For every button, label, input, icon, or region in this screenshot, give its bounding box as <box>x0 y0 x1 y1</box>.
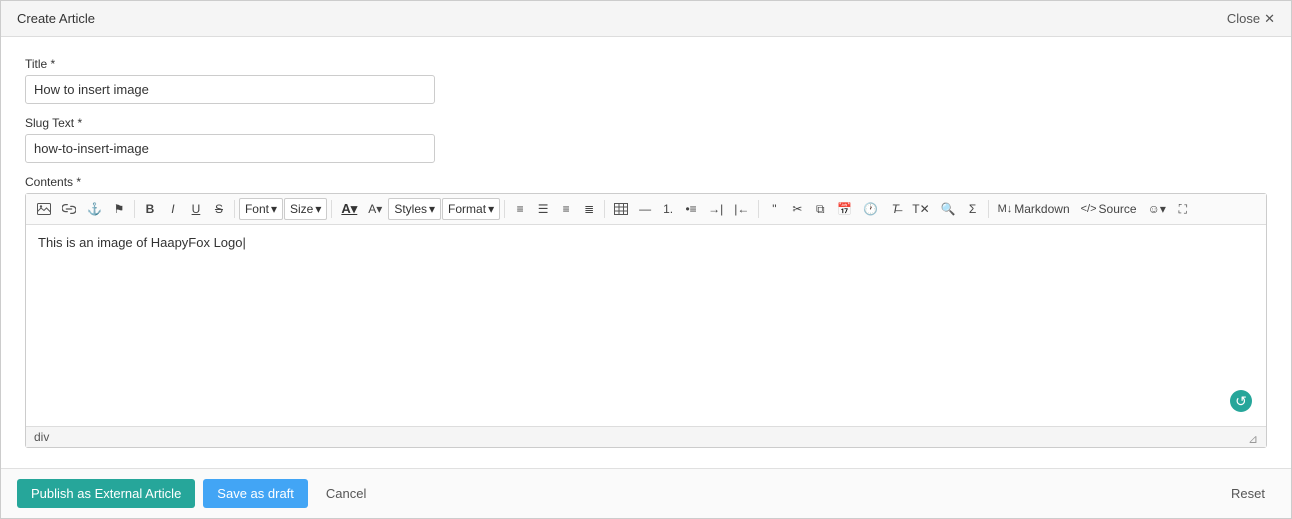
copy-btn[interactable]: ⧉ <box>809 198 831 220</box>
toolbar-separator-5 <box>604 200 605 218</box>
align-center-btn[interactable]: ☰ <box>532 198 554 220</box>
slug-label: Slug Text * <box>25 116 1267 130</box>
emoji-btn[interactable]: ☺▾ <box>1143 198 1171 220</box>
markdown-label: Markdown <box>1014 202 1069 216</box>
text-cursor <box>243 235 246 250</box>
hr-btn[interactable]: — <box>634 198 656 220</box>
toolbar-separator-2 <box>234 200 235 218</box>
refresh-icon[interactable] <box>1230 390 1252 412</box>
resize-handle[interactable]: ⊿ <box>1248 432 1258 442</box>
toolbar-separator-7 <box>988 200 989 218</box>
fullscreen-btn[interactable]: ⛶ <box>1172 198 1194 220</box>
editor-footer: div ⊿ <box>26 426 1266 447</box>
styles-dropdown-arrow: ▾ <box>429 202 435 216</box>
styles-dropdown-label: Styles <box>394 202 427 216</box>
blockquote-btn[interactable]: " <box>763 198 785 220</box>
format-dropdown[interactable]: Format ▾ <box>442 198 500 220</box>
insert-date-btn[interactable]: 📅 <box>832 198 857 220</box>
anchor-toolbar-btn[interactable]: ⚓ <box>82 198 107 220</box>
table-btn[interactable] <box>609 198 633 220</box>
image-toolbar-btn[interactable] <box>32 198 56 220</box>
highlight-toolbar-btn[interactable]: A▾ <box>363 198 387 220</box>
save-draft-button[interactable]: Save as draft <box>203 479 308 508</box>
title-label: Title * <box>25 57 1267 71</box>
toolbar-separator-1 <box>134 200 135 218</box>
size-dropdown-arrow: ▾ <box>315 202 321 216</box>
footer-left-actions: Publish as External Article Save as draf… <box>17 479 376 508</box>
insert-time-btn[interactable]: 🕐 <box>858 198 883 220</box>
modal-body: Title * Slug Text * Contents * <box>1 37 1291 468</box>
remove-format-btn[interactable]: T̶ <box>884 198 906 220</box>
cut-btn[interactable]: ✂ <box>786 198 808 220</box>
markdown-icon: M↓ <box>998 203 1013 215</box>
increase-indent-btn[interactable]: →| <box>703 198 728 220</box>
title-field-group: Title * <box>25 57 1267 104</box>
modal-header: Create Article Close ✕ <box>1 1 1291 37</box>
cancel-button[interactable]: Cancel <box>316 479 376 508</box>
modal-footer: Publish as External Article Save as draf… <box>1 468 1291 518</box>
reset-button[interactable]: Reset <box>1221 479 1275 508</box>
size-dropdown-label: Size <box>290 202 313 216</box>
contents-field-group: Contents * <box>25 175 1267 448</box>
source-label: Source <box>1099 202 1137 216</box>
editor-tag: div <box>34 430 49 444</box>
editor-text: This is an image of HaapyFox Logo <box>38 235 243 250</box>
align-left-btn[interactable]: ≡ <box>509 198 531 220</box>
font-dropdown-arrow: ▾ <box>271 202 277 216</box>
link-toolbar-btn[interactable] <box>57 198 81 220</box>
modal-container: Create Article Close ✕ Title * Slug Text… <box>0 0 1292 519</box>
underline-toolbar-btn[interactable]: U <box>185 198 207 220</box>
toolbar: ⚓ ⚑ B I U S Font ▾ <box>26 194 1266 225</box>
decrease-indent-btn[interactable]: |← <box>729 198 754 220</box>
strikethrough-toolbar-btn[interactable]: S <box>208 198 230 220</box>
slug-input[interactable] <box>25 134 435 163</box>
unordered-list-btn[interactable]: •≡ <box>680 198 702 220</box>
title-input[interactable] <box>25 75 435 104</box>
styles-dropdown[interactable]: Styles ▾ <box>388 198 441 220</box>
editor-content-area[interactable]: This is an image of HaapyFox Logo <box>26 225 1266 426</box>
wordcount-btn[interactable]: Σ <box>962 198 984 220</box>
editor-wrapper: ⚓ ⚑ B I U S Font ▾ <box>25 193 1267 448</box>
modal-title: Create Article <box>17 11 95 26</box>
font-dropdown[interactable]: Font ▾ <box>239 198 283 220</box>
toolbar-separator-3 <box>331 200 332 218</box>
flag-toolbar-btn[interactable]: ⚑ <box>108 198 130 220</box>
toolbar-separator-4 <box>504 200 505 218</box>
close-button[interactable]: Close ✕ <box>1227 11 1275 27</box>
close-icon: ✕ <box>1264 11 1275 27</box>
markdown-btn[interactable]: M↓ Markdown <box>993 198 1075 220</box>
source-btn[interactable]: </> Source <box>1076 198 1142 220</box>
justify-btn[interactable]: ≣ <box>578 198 600 220</box>
source-icon: </> <box>1081 203 1097 215</box>
image-icon <box>37 203 51 215</box>
ordered-list-btn[interactable]: 1. <box>657 198 679 220</box>
fontcolor-toolbar-btn[interactable]: A▾ <box>336 198 362 220</box>
size-dropdown[interactable]: Size ▾ <box>284 198 327 220</box>
bold-toolbar-btn[interactable]: B <box>139 198 161 220</box>
publish-external-button[interactable]: Publish as External Article <box>17 479 195 508</box>
align-right-btn[interactable]: ≡ <box>555 198 577 220</box>
toolbar-separator-6 <box>758 200 759 218</box>
slug-field-group: Slug Text * <box>25 116 1267 163</box>
contents-label: Contents * <box>25 175 1267 189</box>
close-label: Close <box>1227 11 1260 26</box>
find-btn[interactable]: 🔍 <box>936 198 961 220</box>
format-dropdown-arrow: ▾ <box>488 202 494 216</box>
link-icon <box>62 203 76 215</box>
table-icon <box>614 203 628 215</box>
italic-toolbar-btn[interactable]: I <box>162 198 184 220</box>
clear-format-btn[interactable]: T✕ <box>907 198 934 220</box>
font-dropdown-label: Font <box>245 202 269 216</box>
format-dropdown-label: Format <box>448 202 486 216</box>
